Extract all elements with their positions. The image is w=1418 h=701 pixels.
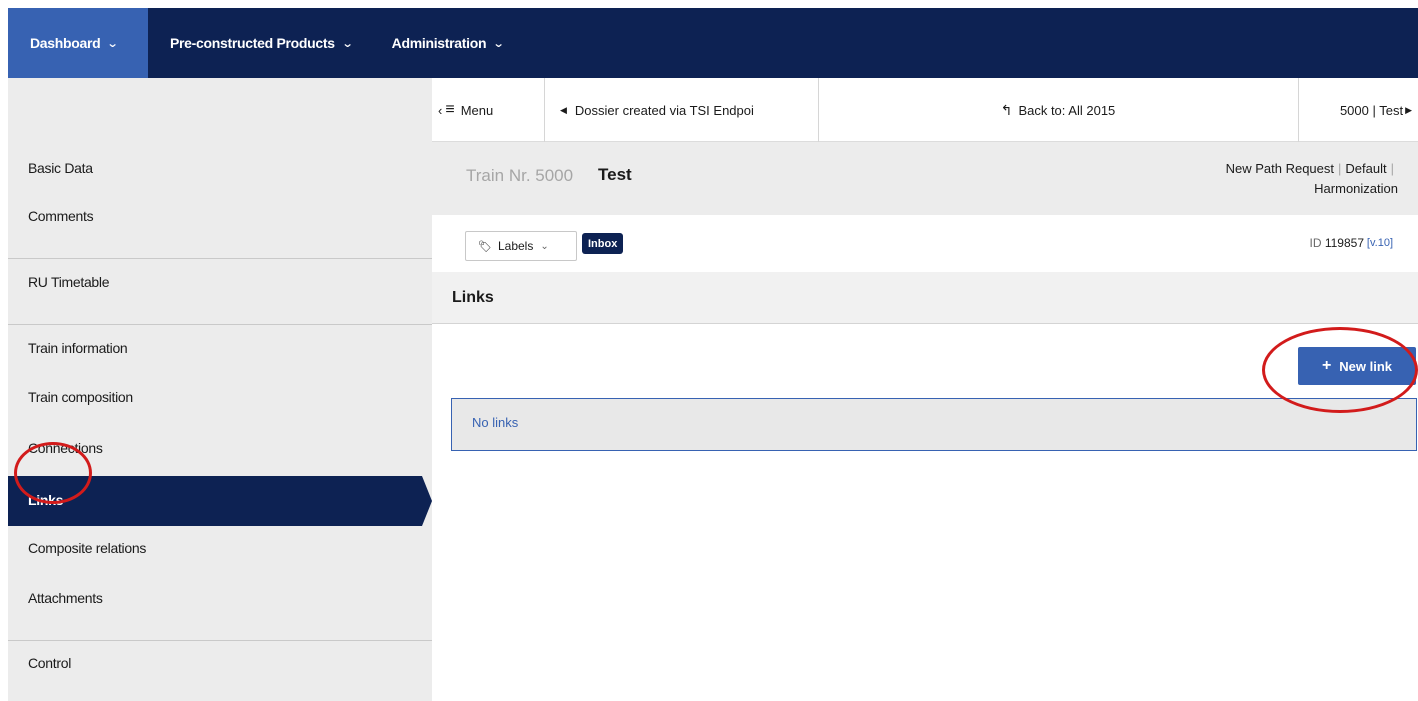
chevron-down-icon: ⌄ [540, 240, 549, 252]
train-number: Train Nr. 5000 [466, 166, 574, 185]
chevron-down-icon: ⌄ [341, 37, 353, 50]
sidebar-item-ru-timetable[interactable]: RU Timetable [28, 274, 110, 290]
toolbar-separator [544, 78, 545, 142]
version-link[interactable]: [v.10] [1367, 237, 1393, 249]
nav-dashboard-label: Dashboard [30, 35, 101, 51]
sidebar-item-control[interactable]: Control [28, 655, 71, 671]
no-links-text: No links [472, 415, 519, 430]
sidebar-item-train-information[interactable]: Train information [28, 340, 128, 356]
sidebar-item-basic-data[interactable]: Basic Data [28, 160, 93, 176]
default-link[interactable]: Default [1345, 161, 1386, 176]
back-to-label: Back to: All 2015 [1018, 102, 1116, 118]
sidebar-item-connections[interactable]: Connections [28, 440, 103, 456]
tag-icon: 🏷 [478, 240, 492, 253]
nav-pre-constructed-products[interactable]: Pre-constructed Products ⌄ [148, 8, 374, 78]
harmonization-link[interactable]: Harmonization [1314, 181, 1398, 196]
hamburger-icon: ≡ [445, 101, 455, 118]
menu-button[interactable]: ‹ ≡ Menu [438, 78, 544, 142]
dossier-toolbar: ‹ ≡ Menu ◀ Dossier created via TSI Endpo… [432, 78, 1418, 142]
empty-links-message: No links [451, 398, 1417, 451]
train-name: Test [598, 165, 632, 184]
links-section-header: Links [432, 272, 1418, 324]
sidebar-divider [8, 324, 432, 325]
plus-icon: + [1321, 357, 1332, 374]
previous-dossier-label: Dossier created via TSI Endpoi [574, 102, 754, 118]
back-to-list-button[interactable]: ↰ Back to: All 2015 [818, 78, 1298, 142]
nav-administration-label: Administration [391, 35, 487, 51]
nav-pre-constructed-label: Pre-constructed Products [170, 35, 335, 51]
labels-dropdown[interactable]: 🏷 Labels ⌄ [465, 231, 577, 261]
dossier-id: ID 119857 [1310, 236, 1365, 250]
chevron-down-icon: ⌄ [107, 37, 119, 50]
links-section-title: Links [452, 289, 494, 306]
top-navigation: Dashboard ⌄ Pre-constructed Products ⌄ A… [8, 8, 1418, 78]
id-prefix: ID [1309, 236, 1322, 250]
sidebar: Basic Data Comments RU Timetable Train i… [8, 78, 432, 701]
id-value: 119857 [1324, 236, 1364, 250]
sidebar-item-composite-relations[interactable]: Composite relations [28, 540, 146, 556]
sidebar-divider [8, 258, 432, 259]
caret-left-icon: ◀ [560, 104, 567, 115]
new-link-button[interactable]: + New link [1298, 347, 1416, 385]
process-links: New Path Request | Default | Harmonization [1226, 159, 1398, 199]
next-dossier-label: 5000 | Test [1339, 102, 1404, 118]
caret-right-icon: ▶ [1405, 104, 1412, 115]
labels-label: Labels [497, 239, 534, 253]
train-title-bar: Train Nr. 5000 Test New Path Request | Def… [432, 142, 1418, 215]
sidebar-item-train-composition[interactable]: Train composition [28, 389, 133, 405]
previous-dossier-button[interactable]: ◀ Dossier created via TSI Endpoi [560, 78, 818, 142]
sidebar-item-links[interactable]: Links [8, 476, 422, 526]
sidebar-item-comments[interactable]: Comments [28, 208, 94, 224]
chevron-left-icon: ‹ [438, 102, 443, 118]
nav-dashboard[interactable]: Dashboard ⌄ [8, 8, 148, 78]
sidebar-item-attachments[interactable]: Attachments [28, 590, 103, 606]
pipe-separator: | [1390, 161, 1394, 176]
new-link-label: New link [1339, 358, 1393, 374]
nav-administration[interactable]: Administration ⌄ [374, 8, 526, 78]
chevron-down-icon: ⌄ [492, 37, 505, 50]
next-dossier-button[interactable]: 5000 | Test ▶ [1298, 78, 1418, 142]
inbox-badge: Inbox [582, 233, 624, 254]
sidebar-item-links-label: Links [28, 492, 64, 508]
reply-arrow-icon: ↰ [1000, 101, 1013, 118]
new-path-request-link[interactable]: New Path Request [1226, 161, 1334, 176]
active-indicator-arrow [422, 476, 432, 526]
sidebar-divider [8, 640, 432, 641]
menu-label: Menu [460, 102, 494, 118]
pipe-separator: | [1338, 161, 1342, 176]
